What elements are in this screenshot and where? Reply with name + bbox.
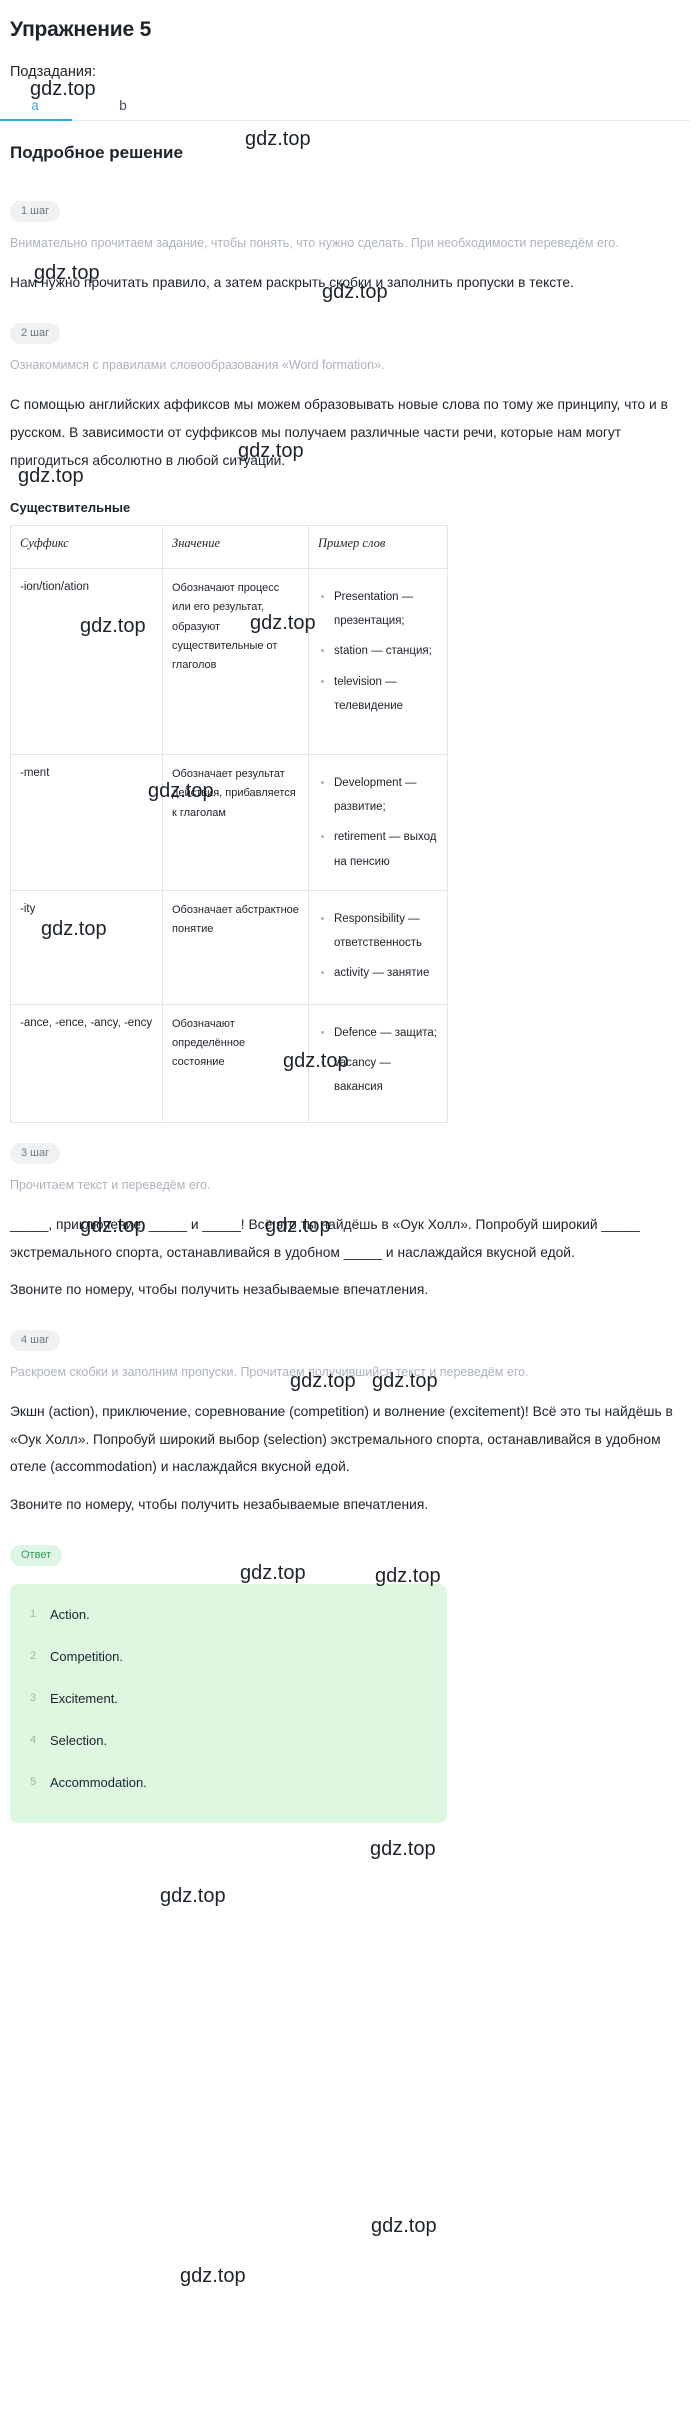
table-cell-examples: Responsibility — ответственность activit… [308, 889, 448, 1005]
step-badge-3: 3 шаг [10, 1142, 61, 1164]
section-title-detailed-solution: Подробное решение [10, 143, 183, 162]
tab-subtask-b[interactable]: b [98, 98, 148, 120]
list-item: Presentation — презентация; [318, 585, 439, 633]
step-4-text-2: Звоните по номеру, чтобы получить незабы… [10, 1497, 429, 1512]
table-cell-examples: Development — развитие; retirement — вых… [308, 754, 448, 891]
list-item: retirement — выход на пенсию [318, 825, 439, 873]
step-1-text: Нам нужно прочитать правило, а затем рас… [10, 275, 574, 291]
step-4-text: Экшн (action), приключение, соревнование… [10, 1404, 673, 1475]
table-cell-suffix: -ion/tion/ation [10, 568, 163, 756]
nouns-heading: Существительные [10, 500, 131, 516]
table-cell-suffix: -ance, -ence, -ancy, -ency [10, 1003, 163, 1123]
step-badge-1: 1 шаг [10, 201, 61, 222]
step-3-instruction: Прочитаем текст и переведём его. [10, 1177, 211, 1192]
solution-page: Упражнение 5 Подзадания: a b Подробное р… [0, 0, 700, 2287]
table-row: -ance, -ence, -ancy, -ency Обозначают оп… [10, 1003, 448, 1123]
table-row: -ment Обозначает результат действия, при… [10, 754, 448, 891]
table-cell-suffix: -ity [10, 889, 163, 1005]
table-header-suffix: Суффикс [10, 525, 163, 570]
watermark: gdz.top [180, 2265, 246, 2287]
tab-subtask-a[interactable]: a [0, 98, 72, 121]
step-3-text: _____, приключение, _____ и _____! Всё э… [10, 1217, 640, 1260]
table-cell-examples: Presentation — презентация; station — ст… [308, 568, 448, 756]
table-cell-examples: Defence — защита; vacancy — вакансия [308, 1003, 448, 1123]
answer-card: Action. Competition. Excitement. Selecti… [10, 1583, 447, 1823]
list-item: Development — развитие; [318, 771, 439, 819]
list-item: Competition. [30, 1648, 123, 1665]
watermark: gdz.top [370, 1838, 436, 1860]
table-cell-meaning: Обозначает абстрактное понятие [162, 889, 309, 1005]
step-2-instruction: Ознакомимся с правилами словообразования… [10, 357, 385, 372]
list-item: Defence — защита; [318, 1021, 439, 1045]
list-item: Selection. [30, 1733, 108, 1749]
answer-badge: Ответ [10, 1544, 63, 1566]
step-3: 3 шаг Прочитаем текст и переведём его. _… [10, 1127, 690, 1304]
list-item: station — станция; [318, 639, 439, 663]
table-row: -ity Обозначает абстрактное понятие Resp… [10, 889, 448, 1005]
table-header-meaning: Значение [162, 525, 309, 570]
table-header-row: Суффикс Значение Пример слов [10, 525, 448, 570]
step-3-text-2: Звоните по номеру, чтобы получить незабы… [10, 1282, 429, 1298]
list-item: vacancy — вакансия [318, 1051, 439, 1099]
step-2-text: С помощью английских аффиксов мы можем о… [10, 397, 668, 468]
list-item: television — телевидение [318, 670, 439, 718]
watermark: gdz.top [160, 1885, 226, 1907]
subtasks-label: Подзадания: [10, 64, 96, 80]
list-item: Excitement. [30, 1690, 118, 1707]
list-item: Action. [30, 1606, 90, 1623]
table-cell-meaning: Обозначает результат действия, прибавляе… [162, 754, 309, 891]
table-header-examples: Пример слов [308, 525, 448, 570]
table-cell-meaning: Обозначают процесс или его результат, об… [162, 568, 309, 756]
step-badge-4: 4 шаг [10, 1329, 61, 1351]
answer-section: Ответ Action. Competition. Excitement. S… [10, 1529, 690, 1823]
table-cell-meaning: Обозначают определённое состояние [162, 1003, 309, 1123]
suffix-table: Суффикс Значение Пример слов -ion/tion/a… [10, 525, 448, 1123]
step-badge-2: 2 шаг [10, 322, 61, 344]
step-4: 4 шаг Раскроем скобки и заполним пропуск… [10, 1314, 690, 1519]
table-cell-suffix: -ment [10, 754, 163, 891]
watermark: gdz.top [371, 2215, 437, 2237]
step-2: 2 шаг Ознакомимся с правилами словообраз… [10, 307, 690, 474]
step-1-instruction: Внимательно прочитаем задание, чтобы пон… [10, 236, 619, 250]
list-item: Responsibility — ответственность [318, 907, 439, 955]
list-item: activity — занятие [318, 961, 439, 985]
subtask-tabs: a b [0, 92, 690, 121]
table-row: -ion/tion/ation Обозначают процесс или е… [10, 568, 448, 756]
step-4-instruction: Раскроем скобки и заполним пропуски. Про… [10, 1364, 529, 1379]
page-title: Упражнение 5 [10, 18, 152, 41]
list-item: Accommodation. [30, 1775, 147, 1791]
step-1: 1 шаг Внимательно прочитаем задание, что… [10, 185, 690, 297]
